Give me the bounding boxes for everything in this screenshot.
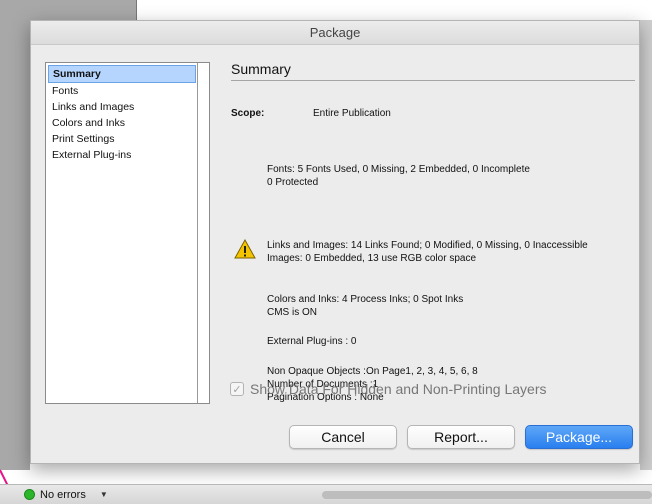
nonopaque-objects-line: Non Opaque Objects :On Page1, 2, 3, 4, 5… [267,366,478,377]
colors-summary-line1: Colors and Inks: 4 Process Inks; 0 Spot … [267,294,464,305]
chevron-down-icon[interactable]: ▼ [100,490,108,499]
warning-triangle-icon [234,239,256,259]
status-text[interactable]: No errors [40,489,86,501]
summary-title: Summary [231,61,635,81]
sidebar-item-external-plug-ins[interactable]: External Plug-ins [48,147,196,163]
sidebar-item-colors-and-inks[interactable]: Colors and Inks [48,115,196,131]
sidebar-item-print-settings[interactable]: Print Settings [48,131,196,147]
sidebar-item-links-and-images[interactable]: Links and Images [48,99,196,115]
links-summary-line1: Links and Images: 14 Links Found; 0 Modi… [267,240,588,251]
horizontal-scrollbar[interactable] [322,491,652,499]
summary-panel: Summary Scope: Entire Publication Fonts:… [231,61,635,403]
scope-label: Scope: [231,108,265,119]
show-hidden-layers-label: Show Data For Hidden and Non-Printing La… [250,381,547,397]
fonts-summary: Fonts: 5 Fonts Used, 0 Missing, 2 Embedd… [267,163,530,189]
status-bar: No errors ▼ [0,484,652,504]
show-hidden-layers-checkbox[interactable]: ✓ [230,382,244,396]
background-panel-right [640,20,652,470]
report-button[interactable]: Report... [407,425,515,449]
show-hidden-layers-option[interactable]: ✓ Show Data For Hidden and Non-Printing … [230,381,547,397]
sidebar-item-fonts[interactable]: Fonts [48,83,196,99]
colors-summary-line2: CMS is ON [267,307,317,318]
plugins-summary: External Plug-ins : 0 [267,336,357,347]
status-dot-icon [24,489,35,500]
fonts-summary-line2: 0 Protected [267,177,319,188]
sidebar-list: Summary Fonts Links and Images Colors an… [48,65,196,163]
scope-row: Scope: Entire Publication [231,107,391,120]
links-summary-line2: Images: 0 Embedded, 13 use RGB color spa… [267,253,477,264]
background-panel-left [0,0,30,470]
cancel-button[interactable]: Cancel [289,425,397,449]
package-button[interactable]: Package... [525,425,633,449]
colors-summary: Colors and Inks: 4 Process Inks; 0 Spot … [267,293,463,319]
background-document-area [136,0,652,20]
package-dialog: Package Summary Fonts Links and Images C… [30,20,640,464]
sidebar-item-summary[interactable]: Summary [48,65,196,83]
fonts-summary-line1: Fonts: 5 Fonts Used, 0 Missing, 2 Embedd… [267,164,530,175]
background-panel-top [30,0,136,20]
scope-value: Entire Publication [313,108,391,119]
sidebar: Summary Fonts Links and Images Colors an… [45,62,210,404]
checkmark-icon: ✓ [232,383,242,396]
links-summary: Links and Images: 14 Links Found; 0 Modi… [267,239,588,265]
dialog-title: Package [31,21,639,45]
sidebar-scroll-gutter [197,63,209,403]
